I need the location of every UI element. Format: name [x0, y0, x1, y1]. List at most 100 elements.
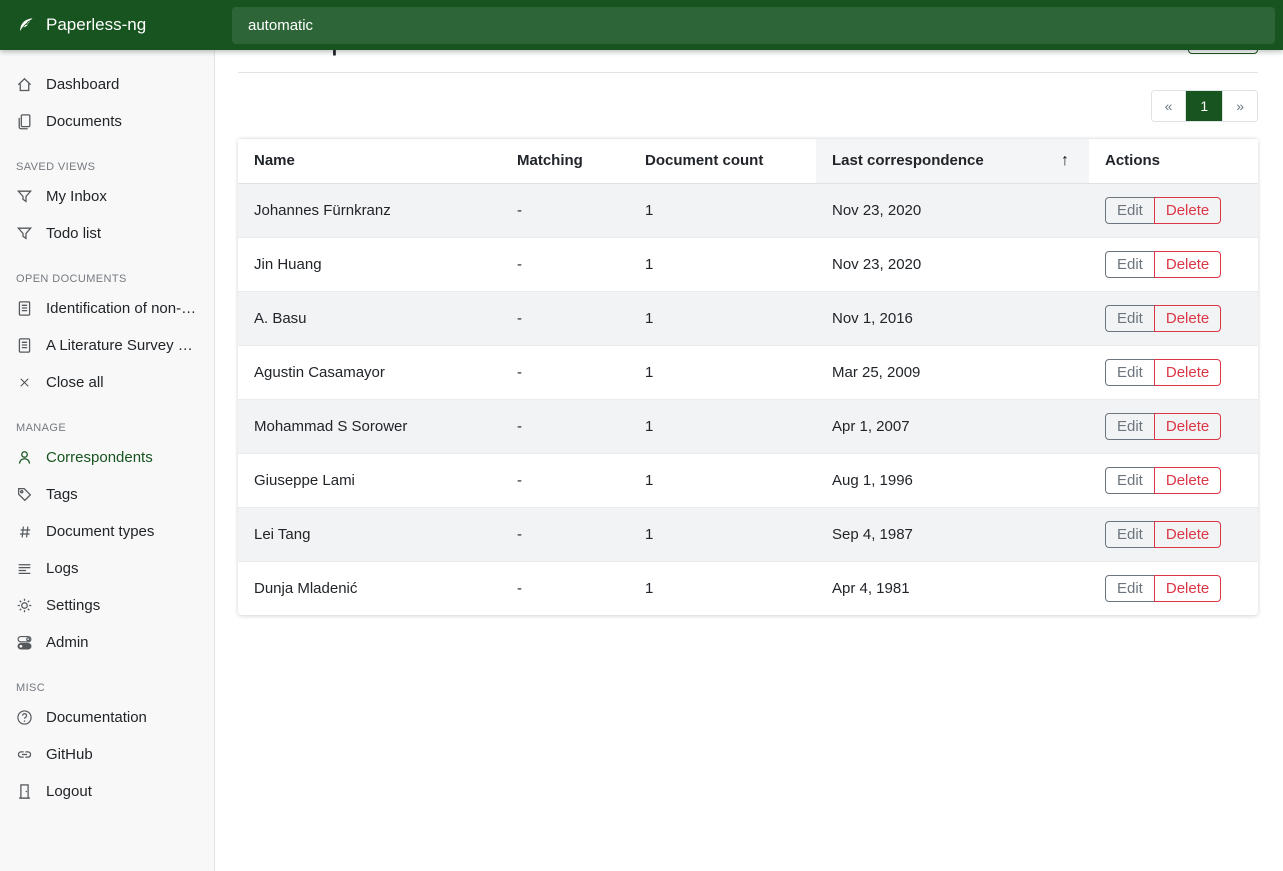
table-row: Johannes Fürnkranz - 1 Nov 23, 2020 Edit…: [238, 183, 1258, 237]
main-content: Correspondents Create « 1 » Name Matchin…: [216, 0, 1283, 615]
search-input[interactable]: [232, 7, 1275, 44]
document-count: 1: [629, 183, 816, 237]
column-header-document-count[interactable]: Document count: [629, 138, 816, 183]
edit-button[interactable]: Edit: [1105, 251, 1155, 278]
tag-icon: [16, 486, 33, 503]
column-header-actions: Actions: [1089, 138, 1258, 183]
column-header-last-correspondence[interactable]: ↑ Last correspondence: [816, 138, 1089, 183]
sidebar-item-label: My Inbox: [46, 188, 107, 205]
sidebar-item-tags[interactable]: Tags: [0, 476, 214, 513]
edit-button[interactable]: Edit: [1105, 467, 1155, 494]
edit-button[interactable]: Edit: [1105, 197, 1155, 224]
edit-button[interactable]: Edit: [1105, 359, 1155, 386]
delete-button[interactable]: Delete: [1154, 197, 1221, 224]
door-icon: [16, 783, 33, 800]
actions-cell: Edit Delete: [1089, 237, 1258, 291]
correspondent-name: Lei Tang: [238, 507, 501, 561]
last-correspondence: Apr 1, 2007: [816, 399, 1089, 453]
pagination-next-button[interactable]: »: [1223, 91, 1257, 121]
delete-button[interactable]: Delete: [1154, 521, 1221, 548]
table-row: A. Basu - 1 Nov 1, 2016 Edit Delete: [238, 291, 1258, 345]
delete-button[interactable]: Delete: [1154, 413, 1221, 440]
gear-icon: [16, 597, 33, 614]
filter-icon: [16, 188, 33, 205]
column-header-label: Last correspondence: [832, 152, 984, 169]
actions-cell: Edit Delete: [1089, 561, 1258, 615]
last-correspondence: Nov 1, 2016: [816, 291, 1089, 345]
sidebar-item-document-types[interactable]: Document types: [0, 513, 214, 550]
table-row: Mohammad S Sorower - 1 Apr 1, 2007 Edit …: [238, 399, 1258, 453]
column-header-name[interactable]: Name: [238, 138, 501, 183]
sidebar-item-label: A Literature Survey on ...: [46, 337, 198, 354]
actions-cell: Edit Delete: [1089, 183, 1258, 237]
sidebar-item-documentation[interactable]: Documentation: [0, 699, 214, 736]
delete-button[interactable]: Delete: [1154, 467, 1221, 494]
correspondent-name: Giuseppe Lami: [238, 453, 501, 507]
document-count: 1: [629, 399, 816, 453]
delete-button[interactable]: Delete: [1154, 251, 1221, 278]
table-row: Jin Huang - 1 Nov 23, 2020 Edit Delete: [238, 237, 1258, 291]
sidebar-item-dashboard[interactable]: Dashboard: [0, 66, 214, 103]
sidebar-item-admin[interactable]: Admin: [0, 624, 214, 661]
last-correspondence: Sep 4, 1987: [816, 507, 1089, 561]
sidebar-item-label: Documents: [46, 113, 122, 130]
sidebar-item-label: Documentation: [46, 709, 147, 726]
table-row: Lei Tang - 1 Sep 4, 1987 Edit Delete: [238, 507, 1258, 561]
matching-value: -: [501, 399, 629, 453]
sidebar-item-label: Settings: [46, 597, 100, 614]
hash-icon: [16, 523, 33, 540]
last-correspondence: Aug 1, 1996: [816, 453, 1089, 507]
sidebar-section-misc: MISC: [16, 682, 198, 694]
actions-cell: Edit Delete: [1089, 453, 1258, 507]
last-correspondence: Nov 23, 2020: [816, 183, 1089, 237]
document-count: 1: [629, 561, 816, 615]
logs-icon: [16, 560, 33, 577]
matching-value: -: [501, 183, 629, 237]
edit-button[interactable]: Edit: [1105, 575, 1155, 602]
sidebar-item-open-document-2[interactable]: A Literature Survey on ...: [0, 327, 214, 364]
app-brand[interactable]: Paperless-ng: [0, 15, 215, 35]
file-text-icon: [16, 300, 33, 317]
delete-button[interactable]: Delete: [1154, 359, 1221, 386]
sidebar-item-open-document-1[interactable]: Identification of non-fu...: [0, 290, 214, 327]
sidebar: Dashboard Documents SAVED VIEWS My Inbox…: [0, 50, 215, 871]
filter-icon: [16, 225, 33, 242]
matching-value: -: [501, 561, 629, 615]
pagination-page-1-button[interactable]: 1: [1186, 91, 1223, 121]
sidebar-item-close-all[interactable]: Close all: [0, 364, 214, 401]
sidebar-item-correspondents[interactable]: Correspondents: [0, 439, 214, 476]
actions-cell: Edit Delete: [1089, 345, 1258, 399]
app-title: Paperless-ng: [46, 15, 146, 35]
sidebar-item-my-inbox[interactable]: My Inbox: [0, 178, 214, 215]
sidebar-item-logout[interactable]: Logout: [0, 773, 214, 810]
sidebar-item-logs[interactable]: Logs: [0, 550, 214, 587]
link-icon: [16, 746, 33, 763]
question-circle-icon: [16, 709, 33, 726]
toggles-icon: [16, 634, 33, 651]
edit-button[interactable]: Edit: [1105, 305, 1155, 332]
correspondent-name: Johannes Fürnkranz: [238, 183, 501, 237]
sidebar-item-documents[interactable]: Documents: [0, 103, 214, 140]
correspondent-name: Jin Huang: [238, 237, 501, 291]
sidebar-item-label: Tags: [46, 486, 78, 503]
column-header-matching[interactable]: Matching: [501, 138, 629, 183]
delete-button[interactable]: Delete: [1154, 305, 1221, 332]
sidebar-section-manage: MANAGE: [16, 422, 198, 434]
matching-value: -: [501, 453, 629, 507]
edit-button[interactable]: Edit: [1105, 413, 1155, 440]
delete-button[interactable]: Delete: [1154, 575, 1221, 602]
sidebar-item-settings[interactable]: Settings: [0, 587, 214, 624]
edit-button[interactable]: Edit: [1105, 521, 1155, 548]
correspondent-name: Mohammad S Sorower: [238, 399, 501, 453]
sidebar-item-label: Close all: [46, 374, 104, 391]
correspondent-name: A. Basu: [238, 291, 501, 345]
table-header-row: Name Matching Document count ↑ Last corr…: [238, 138, 1258, 183]
file-text-icon: [16, 337, 33, 354]
sidebar-item-github[interactable]: GitHub: [0, 736, 214, 773]
pagination-prev-button[interactable]: «: [1152, 91, 1187, 121]
documents-icon: [16, 113, 33, 130]
sidebar-item-label: Todo list: [46, 225, 101, 242]
actions-cell: Edit Delete: [1089, 507, 1258, 561]
correspondent-name: Dunja Mladenić: [238, 561, 501, 615]
sidebar-item-todo-list[interactable]: Todo list: [0, 215, 214, 252]
